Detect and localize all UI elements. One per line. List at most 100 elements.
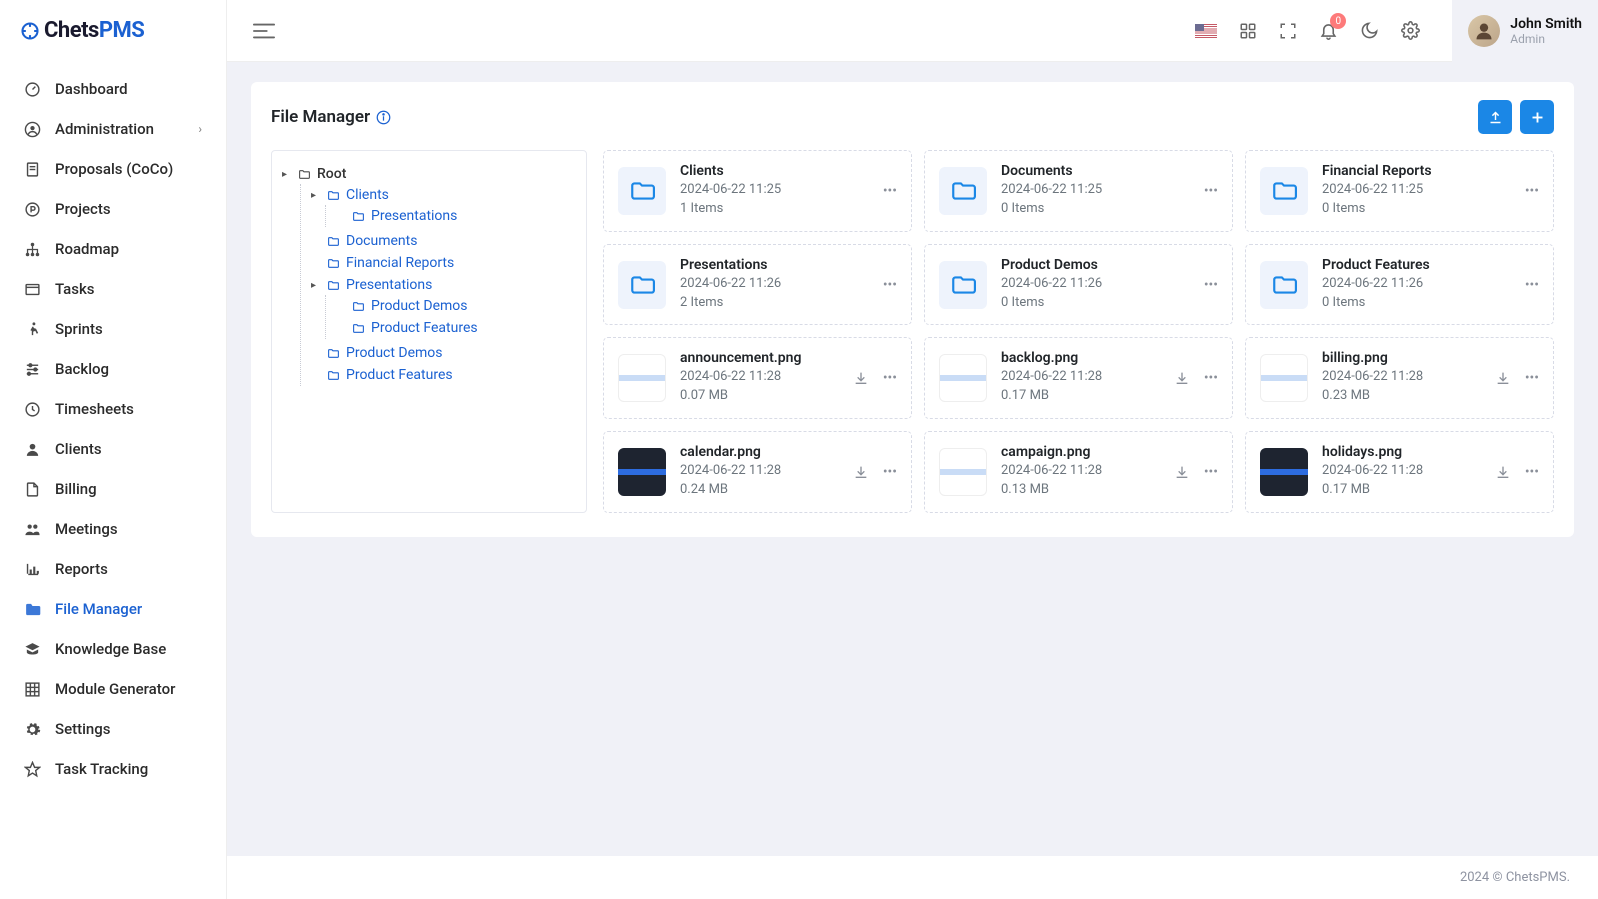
item-name: Documents [1001, 163, 1190, 179]
more-icon[interactable]: ••• [1525, 370, 1539, 386]
tree-node[interactable]: ▸Product Features [311, 367, 576, 383]
info-icon[interactable] [376, 110, 391, 125]
file-thumbnail [1260, 448, 1308, 496]
item-meta: 0 Items [1322, 200, 1511, 219]
sidebar-item-label: Roadmap [55, 240, 119, 258]
more-icon[interactable]: ••• [883, 464, 897, 480]
bell-icon[interactable]: 0 [1319, 21, 1338, 40]
folder-item[interactable]: Clients2024-06-22 11:251 Items••• [603, 150, 912, 232]
moon-icon[interactable] [1360, 21, 1379, 40]
folder-item[interactable]: Presentations2024-06-22 11:262 Items••• [603, 244, 912, 326]
sidebar-item-label: Projects [55, 200, 111, 218]
download-icon[interactable] [1174, 370, 1190, 386]
folder-item[interactable]: Product Features2024-06-22 11:260 Items•… [1245, 244, 1554, 326]
sidebar-item-label: Knowledge Base [55, 640, 166, 658]
file-item[interactable]: backlog.png2024-06-22 11:280.17 MB••• [924, 337, 1233, 419]
sidebar-item-backlog[interactable]: Backlog [0, 349, 226, 389]
item-meta: 0 Items [1322, 294, 1511, 313]
folder-tree: ▸Root ▸Clients ▸Presentations ▸Documents ▸Fi… [271, 150, 587, 513]
sidebar-item-dashboard[interactable]: Dashboard [0, 69, 226, 109]
more-icon[interactable]: ••• [1204, 370, 1218, 386]
file-item[interactable]: campaign.png2024-06-22 11:280.13 MB••• [924, 431, 1233, 513]
tree-node[interactable]: ▸Presentations [336, 208, 576, 224]
sidebar-item-sprints[interactable]: Sprints [0, 309, 226, 349]
folder-icon [1260, 167, 1308, 215]
more-icon[interactable]: ••• [1204, 464, 1218, 480]
sidebar-item-reports[interactable]: Reports [0, 549, 226, 589]
folder-icon [327, 369, 340, 382]
more-icon[interactable]: ••• [1204, 277, 1218, 293]
file-icon [24, 481, 41, 498]
brand-logo[interactable]: ChetsPMS [0, 0, 226, 61]
p-circle-icon [24, 201, 41, 218]
folder-icon [939, 167, 987, 215]
fullscreen-icon[interactable] [1279, 22, 1297, 40]
sidebar-item-administration[interactable]: Administration› [0, 109, 226, 149]
sidebar-item-tasks[interactable]: Tasks [0, 269, 226, 309]
sidebar-item-label: File Manager [55, 600, 142, 618]
tree-node[interactable]: ▸Product Features [336, 320, 576, 336]
sidebar-item-label: Tasks [55, 280, 95, 298]
more-icon[interactable]: ••• [1204, 183, 1218, 199]
sidebar-item-label: Settings [55, 720, 111, 738]
menu-toggle-icon[interactable] [253, 22, 275, 40]
more-icon[interactable]: ••• [883, 183, 897, 199]
item-date: 2024-06-22 11:28 [1001, 462, 1160, 481]
file-item[interactable]: announcement.png2024-06-22 11:280.07 MB•… [603, 337, 912, 419]
download-icon[interactable] [853, 464, 869, 480]
sidebar-item-label: Dashboard [55, 80, 128, 98]
more-icon[interactable]: ••• [883, 370, 897, 386]
folder-item[interactable]: Product Demos2024-06-22 11:260 Items••• [924, 244, 1233, 326]
upload-button[interactable] [1478, 100, 1512, 134]
sidebar-item-timesheets[interactable]: Timesheets [0, 389, 226, 429]
more-icon[interactable]: ••• [1525, 277, 1539, 293]
folder-item[interactable]: Financial Reports2024-06-22 11:250 Items… [1245, 150, 1554, 232]
tree-node[interactable]: ▸Product Demos [311, 345, 576, 361]
sidebar-item-module-generator[interactable]: Module Generator [0, 669, 226, 709]
item-meta: 0 Items [1001, 200, 1190, 219]
folder-icon [327, 279, 340, 292]
more-icon[interactable]: ••• [1525, 464, 1539, 480]
file-grid: Clients2024-06-22 11:251 Items••• Documen… [603, 150, 1554, 513]
folder-icon [24, 601, 41, 618]
user-menu[interactable]: John Smith Admin [1452, 0, 1598, 62]
item-date: 2024-06-22 11:28 [1322, 368, 1481, 387]
download-icon[interactable] [1495, 370, 1511, 386]
file-item[interactable]: billing.png2024-06-22 11:280.23 MB••• [1245, 337, 1554, 419]
sidebar-item-knowledge-base[interactable]: Knowledge Base [0, 629, 226, 669]
sidebar-item-projects[interactable]: Projects [0, 189, 226, 229]
sidebar-item-settings[interactable]: Settings [0, 709, 226, 749]
more-icon[interactable]: ••• [1525, 183, 1539, 199]
sidebar-item-label: Clients [55, 440, 102, 458]
add-button[interactable] [1520, 100, 1554, 134]
tree-root[interactable]: ▸Root [282, 166, 576, 182]
download-icon[interactable] [853, 370, 869, 386]
chart-icon [24, 561, 41, 578]
tree-node[interactable]: ▸Financial Reports [311, 255, 576, 271]
sidebar-item-task-tracking[interactable]: Task Tracking [0, 749, 226, 789]
language-flag[interactable] [1195, 24, 1217, 38]
item-meta: 0.23 MB [1322, 387, 1481, 406]
more-icon[interactable]: ••• [883, 277, 897, 293]
folder-item[interactable]: Documents2024-06-22 11:250 Items••• [924, 150, 1233, 232]
download-icon[interactable] [1495, 464, 1511, 480]
tree-node[interactable]: ▸Presentations [311, 277, 576, 293]
apps-grid-icon[interactable] [1239, 22, 1257, 40]
sidebar-item-file-manager[interactable]: File Manager [0, 589, 226, 629]
brand-name-b: PMS [99, 18, 145, 43]
gear-icon[interactable] [1401, 21, 1420, 40]
sidebar-item-clients[interactable]: Clients [0, 429, 226, 469]
sidebar-item-roadmap[interactable]: Roadmap [0, 229, 226, 269]
grid-icon [24, 681, 41, 698]
tree-node[interactable]: ▸Product Demos [336, 298, 576, 314]
tree-node-label: Presentations [371, 208, 457, 224]
clock-icon [24, 401, 41, 418]
tree-node[interactable]: ▸Clients [311, 187, 576, 203]
sidebar-item-meetings[interactable]: Meetings [0, 509, 226, 549]
file-item[interactable]: holidays.png2024-06-22 11:280.17 MB••• [1245, 431, 1554, 513]
download-icon[interactable] [1174, 464, 1190, 480]
sidebar-item-proposals[interactable]: Proposals (CoCo) [0, 149, 226, 189]
sidebar-item-billing[interactable]: Billing [0, 469, 226, 509]
tree-node[interactable]: ▸Documents [311, 233, 576, 249]
file-item[interactable]: calendar.png2024-06-22 11:280.24 MB••• [603, 431, 912, 513]
